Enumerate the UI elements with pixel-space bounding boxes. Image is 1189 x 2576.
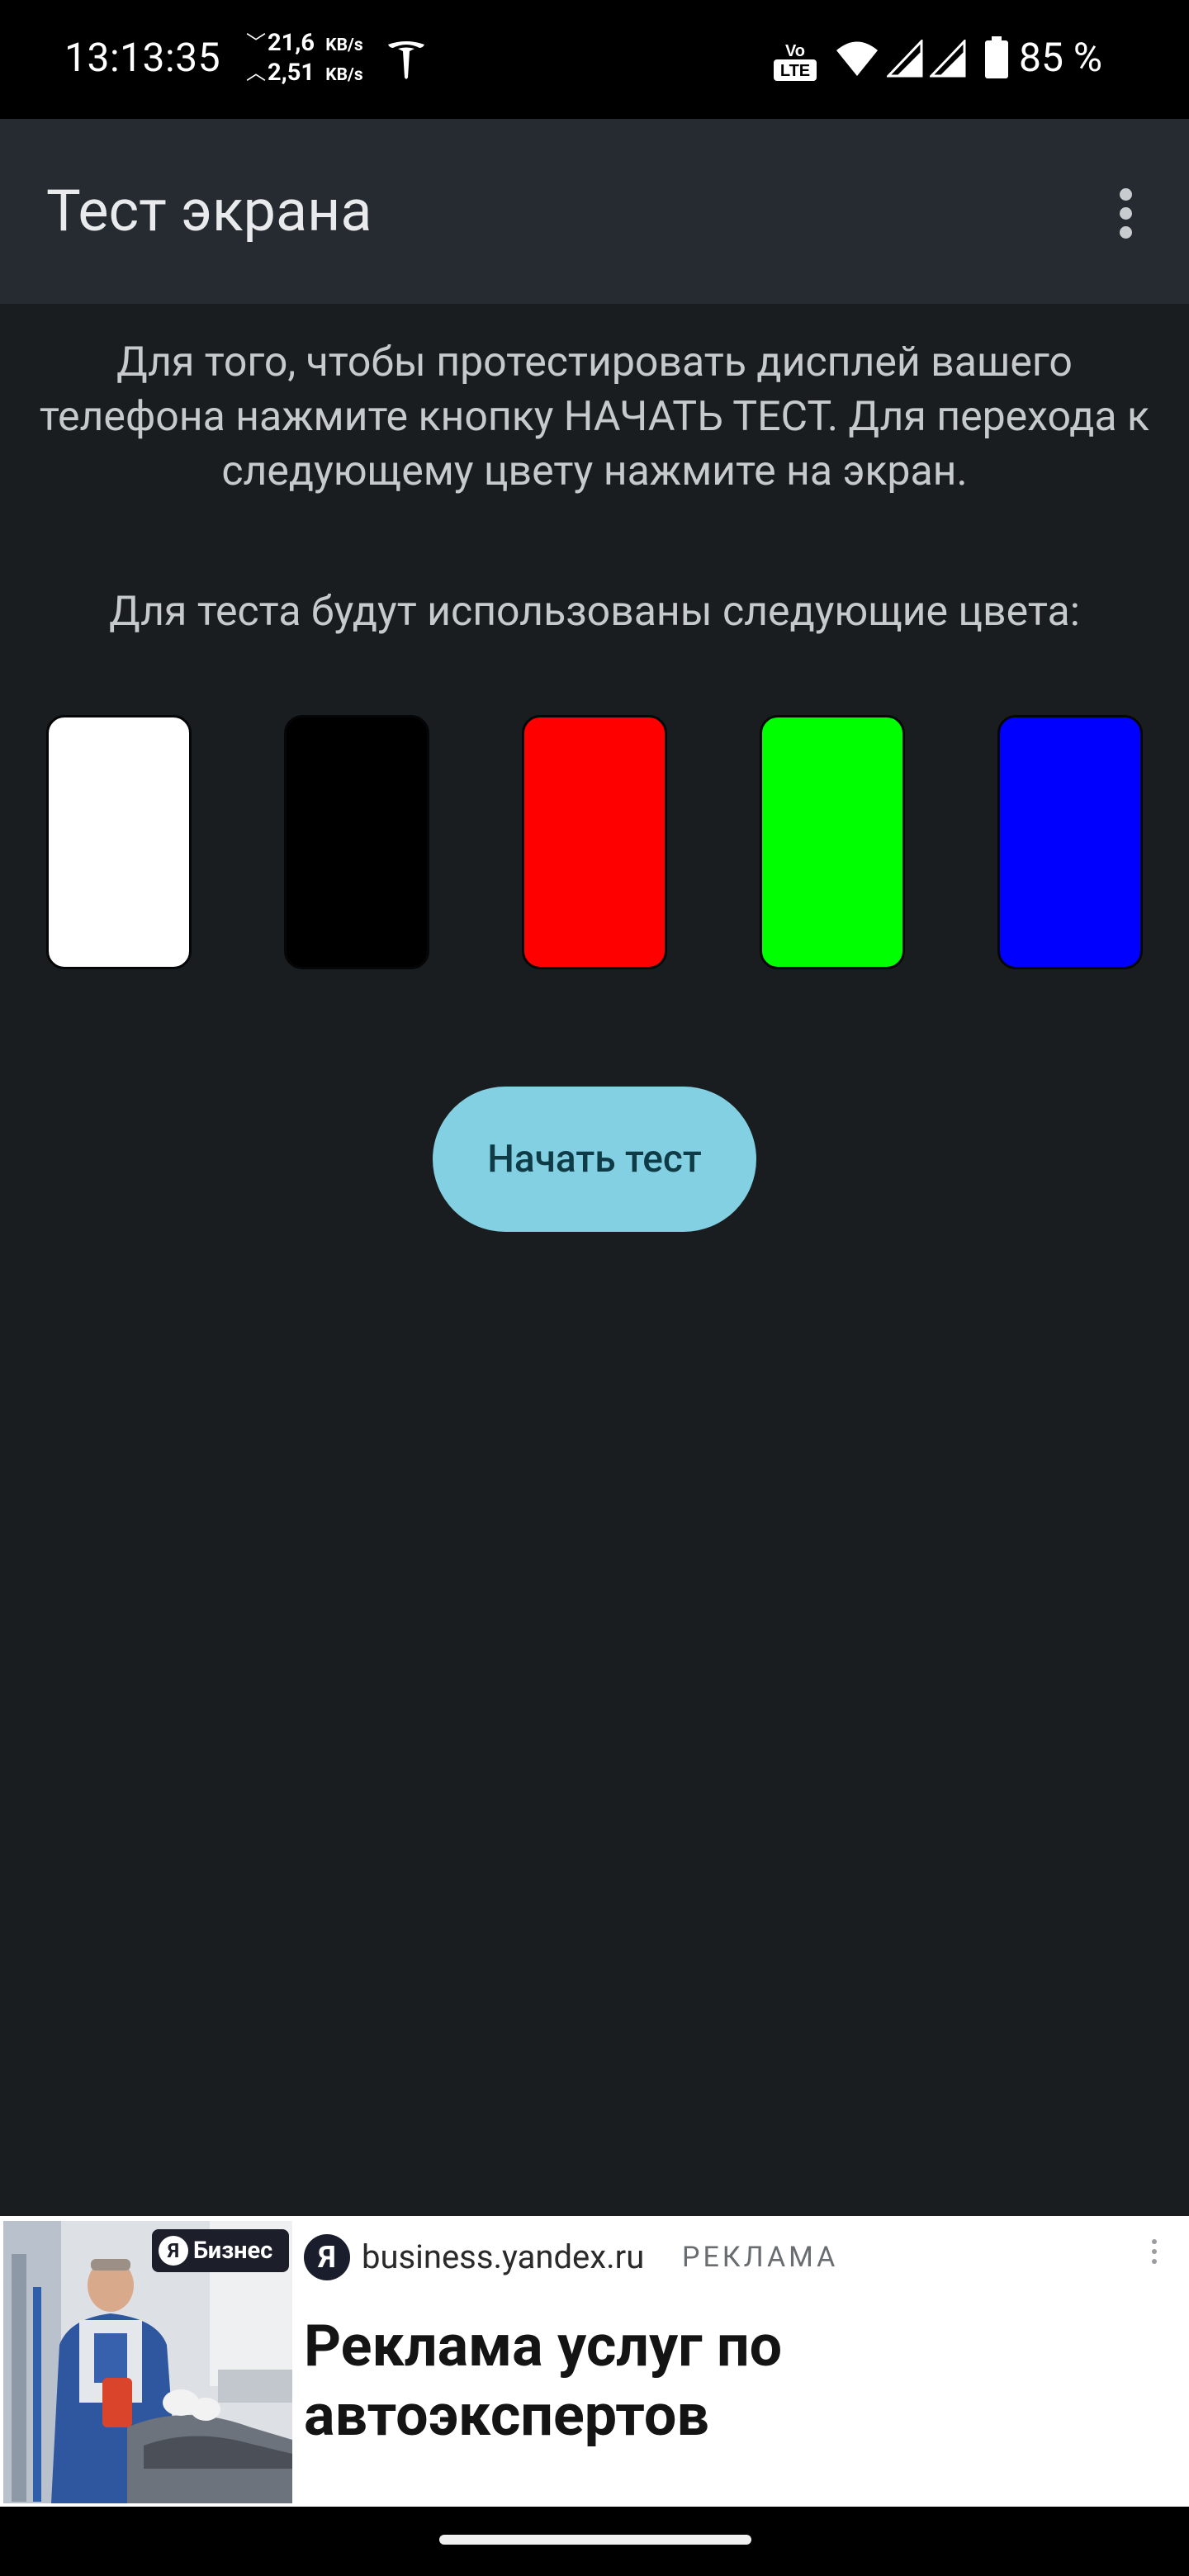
upload-speed-unit: KB/s [325, 65, 363, 85]
color-swatch-blue [997, 715, 1143, 969]
colors-caption: Для теста будут использованы следующие ц… [109, 588, 1080, 636]
more-vert-icon-dot [1120, 226, 1132, 239]
status-bar: 13:13:35 ﹀ 21,6 KB/s ︿ 2,51 KB/s Vo LTE [0, 0, 1189, 119]
screen: 13:13:35 ﹀ 21,6 KB/s ︿ 2,51 KB/s Vo LTE [0, 0, 1189, 2576]
cell-signal-sim1-icon [887, 40, 923, 78]
app-title: Тест экрана [46, 178, 372, 245]
home-gesture-handle[interactable] [439, 2535, 751, 2545]
instructions-text: Для того, чтобы протестировать дисплей в… [39, 339, 1150, 495]
ad-label: РЕКЛАМА [682, 2241, 839, 2274]
volte-top-label: Vo [785, 42, 805, 60]
volte-bottom-label: LTE [780, 62, 810, 80]
color-swatch-red [522, 715, 667, 969]
yandex-logo-icon: Я [159, 2236, 188, 2266]
cell-signal-sim2-icon [930, 40, 966, 78]
ad-more-vert-icon [1152, 2239, 1157, 2244]
color-swatch-green [760, 715, 905, 969]
status-time: 13:13:35 [64, 34, 221, 81]
tesla-logo-icon [388, 41, 424, 79]
more-options-button[interactable] [1103, 183, 1149, 243]
download-speed-value: 21,6 [268, 29, 315, 57]
download-speed-unit: KB/s [325, 36, 363, 55]
navigation-bar [0, 2507, 1189, 2576]
more-vert-icon-dot [1120, 207, 1132, 220]
more-vert-icon [1120, 188, 1132, 201]
app-bar: Тест экрана [0, 119, 1189, 304]
wifi-icon [836, 41, 878, 76]
upload-arrow-icon: ︿ [246, 61, 266, 84]
battery-icon [985, 36, 1008, 78]
upload-speed: ︿ 2,51 KB/s [246, 58, 378, 88]
volte-icon: Vo LTE [774, 42, 817, 81]
ad-more-vert-icon-dot [1152, 2249, 1157, 2254]
ad-image[interactable]: Я Бизнес [3, 2221, 292, 2503]
ad-domain[interactable]: business.yandex.ru [362, 2233, 644, 2282]
color-swatch-white [46, 715, 192, 969]
network-speed-indicator: ﹀ 21,6 KB/s ︿ 2,51 KB/s [246, 28, 378, 88]
ad-brand-badge-label: Бизнес [193, 2237, 273, 2265]
yandex-source-logo-icon: Я [304, 2234, 350, 2280]
ad-headline[interactable]: Реклама услуг по автоэкспертов [304, 2312, 1163, 2451]
ad-brand-badge: Я Бизнес [152, 2229, 289, 2272]
ad-more-vert-icon-dot [1152, 2259, 1157, 2264]
ad-options-button[interactable] [1144, 2236, 1164, 2269]
upload-speed-value: 2,51 [268, 59, 315, 87]
color-swatch-black [284, 715, 429, 969]
download-speed: ﹀ 21,6 KB/s [246, 28, 378, 58]
ad-banner[interactable]: Я Бизнес Я business.yandex.ru РЕКЛАМА Ре… [0, 2216, 1189, 2507]
download-arrow-icon: ﹀ [246, 31, 266, 54]
battery-percentage: 85 % [1019, 34, 1103, 81]
start-test-button[interactable]: Начать тест [433, 1087, 756, 1232]
